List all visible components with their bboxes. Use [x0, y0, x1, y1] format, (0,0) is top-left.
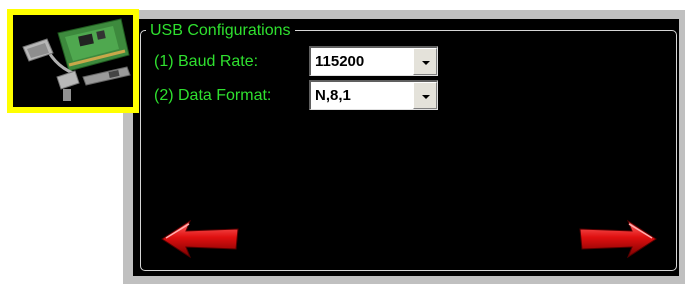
usb-serial-card-icon: [13, 15, 133, 107]
data-format-value: N,8,1: [315, 87, 351, 104]
group-title: USB Configurations: [146, 21, 295, 41]
data-format-dropdown-button[interactable]: [413, 82, 437, 109]
left-arrow-icon: [161, 219, 239, 259]
baud-rate-value: 115200: [315, 53, 365, 70]
data-format-select[interactable]: N,8,1: [309, 80, 438, 110]
device-thumbnail: [7, 9, 139, 113]
baud-rate-dropdown-button[interactable]: [413, 48, 437, 75]
next-button[interactable]: [578, 219, 658, 259]
back-button[interactable]: [160, 219, 240, 259]
right-arrow-icon: [579, 219, 657, 259]
baud-rate-label: (1) Baud Rate:: [154, 53, 259, 70]
baud-rate-select[interactable]: 115200: [309, 46, 438, 76]
data-format-label: (2) Data Format:: [154, 87, 272, 104]
